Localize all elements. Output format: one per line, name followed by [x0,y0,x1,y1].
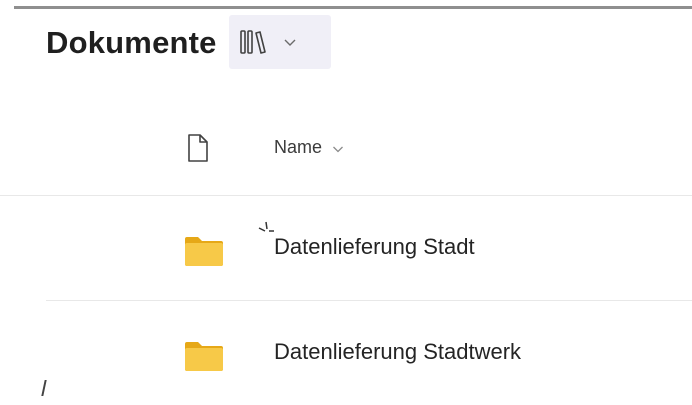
view-switcher-button[interactable] [228,15,331,69]
name-column-header[interactable]: Name [274,137,344,158]
item-name-link[interactable]: Datenlieferung Stadt [274,234,475,260]
column-header-row: Name [0,115,692,196]
library-header: Dokumente [46,14,331,70]
folder-icon [184,340,224,377]
item-name-link[interactable]: Datenlieferung Stadtwerk [274,339,521,365]
name-column-label: Name [274,137,323,157]
chevron-down-icon [283,37,297,47]
chevron-down-icon [332,137,344,158]
list-item[interactable]: Datenlieferung Stadt [46,196,692,301]
folder-icon [184,235,224,272]
list-item[interactable]: Datenlieferung Stadtwerk [46,301,692,405]
new-item-icon [257,221,275,242]
library-icon [239,29,273,55]
document-icon[interactable] [186,133,210,168]
page-title: Dokumente [46,24,217,60]
top-border [14,6,692,9]
